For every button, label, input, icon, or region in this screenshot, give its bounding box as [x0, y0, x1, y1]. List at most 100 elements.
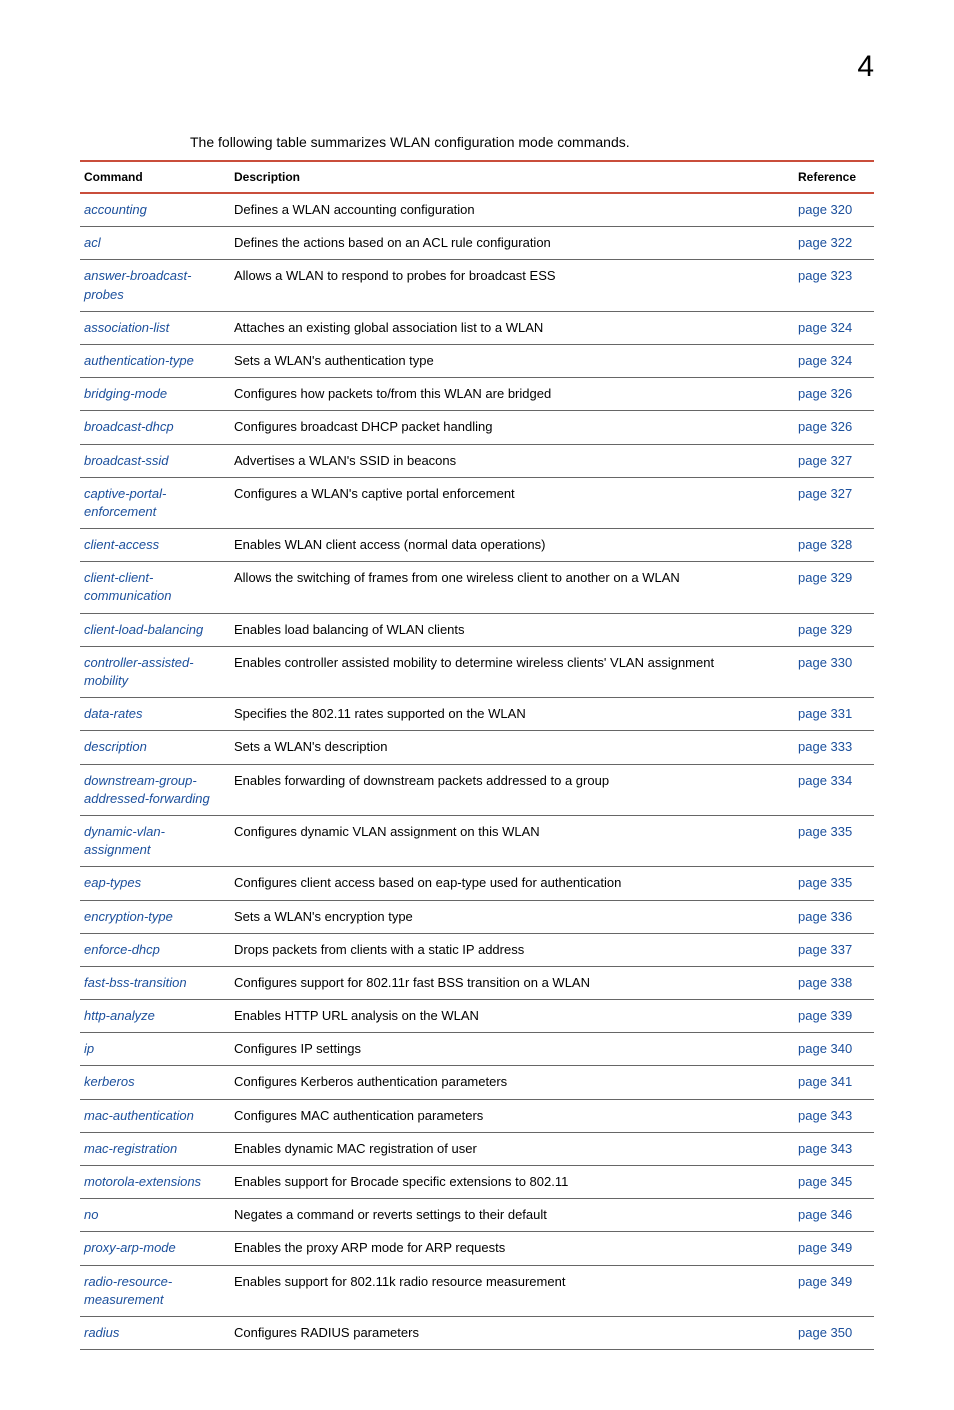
- command-link[interactable]: dynamic-vlan-assignment: [80, 815, 230, 866]
- command-description: Enables load balancing of WLAN clients: [230, 613, 794, 646]
- command-link[interactable]: client-access: [80, 529, 230, 562]
- command-description: Enables support for 802.11k radio resour…: [230, 1265, 794, 1316]
- table-row: client-accessEnables WLAN client access …: [80, 529, 874, 562]
- command-link[interactable]: client-load-balancing: [80, 613, 230, 646]
- table-row: broadcast-dhcpConfigures broadcast DHCP …: [80, 411, 874, 444]
- page-reference-link[interactable]: page 337: [794, 933, 874, 966]
- page-reference-link[interactable]: page 320: [794, 193, 874, 227]
- table-row: noNegates a command or reverts settings …: [80, 1199, 874, 1232]
- command-description: Configures broadcast DHCP packet handlin…: [230, 411, 794, 444]
- page-reference-link[interactable]: page 333: [794, 731, 874, 764]
- page-reference-link[interactable]: page 326: [794, 411, 874, 444]
- page-reference-link[interactable]: page 329: [794, 562, 874, 613]
- command-description: Defines a WLAN accounting configuration: [230, 193, 794, 227]
- table-row: dynamic-vlan-assignmentConfigures dynami…: [80, 815, 874, 866]
- table-row: client-client-communicationAllows the sw…: [80, 562, 874, 613]
- page-reference-link[interactable]: page 322: [794, 227, 874, 260]
- page-reference-link[interactable]: page 326: [794, 378, 874, 411]
- page-reference-link[interactable]: page 327: [794, 477, 874, 528]
- table-row: radio-resource-measurementEnables suppor…: [80, 1265, 874, 1316]
- command-link[interactable]: ip: [80, 1033, 230, 1066]
- command-link[interactable]: description: [80, 731, 230, 764]
- command-link[interactable]: no: [80, 1199, 230, 1232]
- table-row: kerberosConfigures Kerberos authenticati…: [80, 1066, 874, 1099]
- page-reference-link[interactable]: page 349: [794, 1265, 874, 1316]
- page-reference-link[interactable]: page 324: [794, 344, 874, 377]
- page-reference-link[interactable]: page 328: [794, 529, 874, 562]
- page-reference-link[interactable]: page 335: [794, 867, 874, 900]
- command-link[interactable]: accounting: [80, 193, 230, 227]
- command-link[interactable]: enforce-dhcp: [80, 933, 230, 966]
- page-reference-link[interactable]: page 339: [794, 1000, 874, 1033]
- page-reference-link[interactable]: page 345: [794, 1166, 874, 1199]
- command-link[interactable]: eap-types: [80, 867, 230, 900]
- command-description: Enables WLAN client access (normal data …: [230, 529, 794, 562]
- command-link[interactable]: acl: [80, 227, 230, 260]
- header-reference: Reference: [794, 161, 874, 193]
- page-reference-link[interactable]: page 350: [794, 1316, 874, 1349]
- command-link[interactable]: broadcast-ssid: [80, 444, 230, 477]
- command-description: Sets a WLAN's encryption type: [230, 900, 794, 933]
- command-link[interactable]: downstream-group-addressed-forwarding: [80, 764, 230, 815]
- command-description: Drops packets from clients with a static…: [230, 933, 794, 966]
- command-link[interactable]: radius: [80, 1316, 230, 1349]
- table-row: association-listAttaches an existing glo…: [80, 311, 874, 344]
- command-link[interactable]: radio-resource-measurement: [80, 1265, 230, 1316]
- page-reference-link[interactable]: page 338: [794, 966, 874, 999]
- command-link[interactable]: encryption-type: [80, 900, 230, 933]
- page-reference-link[interactable]: page 329: [794, 613, 874, 646]
- page-reference-link[interactable]: page 346: [794, 1199, 874, 1232]
- command-description: Enables the proxy ARP mode for ARP reque…: [230, 1232, 794, 1265]
- page-reference-link[interactable]: page 343: [794, 1099, 874, 1132]
- table-row: captive-portal-enforcementConfigures a W…: [80, 477, 874, 528]
- page-reference-link[interactable]: page 331: [794, 698, 874, 731]
- table-row: ipConfigures IP settingspage 340: [80, 1033, 874, 1066]
- command-link[interactable]: mac-registration: [80, 1132, 230, 1165]
- command-description: Configures MAC authentication parameters: [230, 1099, 794, 1132]
- command-description: Sets a WLAN's authentication type: [230, 344, 794, 377]
- command-link[interactable]: bridging-mode: [80, 378, 230, 411]
- command-link[interactable]: fast-bss-transition: [80, 966, 230, 999]
- page-reference-link[interactable]: page 323: [794, 260, 874, 311]
- table-row: authentication-typeSets a WLAN's authent…: [80, 344, 874, 377]
- command-description: Configures IP settings: [230, 1033, 794, 1066]
- command-link[interactable]: data-rates: [80, 698, 230, 731]
- table-row: descriptionSets a WLAN's descriptionpage…: [80, 731, 874, 764]
- command-link[interactable]: association-list: [80, 311, 230, 344]
- page-reference-link[interactable]: page 335: [794, 815, 874, 866]
- command-link[interactable]: captive-portal-enforcement: [80, 477, 230, 528]
- command-description: Enables dynamic MAC registration of user: [230, 1132, 794, 1165]
- command-link[interactable]: controller-assisted-mobility: [80, 646, 230, 697]
- page-number: 4: [80, 50, 874, 84]
- page-reference-link[interactable]: page 349: [794, 1232, 874, 1265]
- page-reference-link[interactable]: page 343: [794, 1132, 874, 1165]
- page-reference-link[interactable]: page 334: [794, 764, 874, 815]
- table-row: downstream-group-addressed-forwardingEna…: [80, 764, 874, 815]
- table-row: data-ratesSpecifies the 802.11 rates sup…: [80, 698, 874, 731]
- command-link[interactable]: client-client-communication: [80, 562, 230, 613]
- command-link[interactable]: proxy-arp-mode: [80, 1232, 230, 1265]
- table-row: mac-authenticationConfigures MAC authent…: [80, 1099, 874, 1132]
- command-description: Configures a WLAN's captive portal enfor…: [230, 477, 794, 528]
- command-link[interactable]: mac-authentication: [80, 1099, 230, 1132]
- command-link[interactable]: authentication-type: [80, 344, 230, 377]
- intro-text: The following table summarizes WLAN conf…: [80, 134, 874, 150]
- page-reference-link[interactable]: page 341: [794, 1066, 874, 1099]
- page-reference-link[interactable]: page 324: [794, 311, 874, 344]
- command-description: Configures Kerberos authentication param…: [230, 1066, 794, 1099]
- command-link[interactable]: answer-broadcast-probes: [80, 260, 230, 311]
- command-description: Enables controller assisted mobility to …: [230, 646, 794, 697]
- page-reference-link[interactable]: page 340: [794, 1033, 874, 1066]
- command-description: Allows the switching of frames from one …: [230, 562, 794, 613]
- command-description: Attaches an existing global association …: [230, 311, 794, 344]
- command-link[interactable]: motorola-extensions: [80, 1166, 230, 1199]
- command-link[interactable]: kerberos: [80, 1066, 230, 1099]
- command-description: Negates a command or reverts settings to…: [230, 1199, 794, 1232]
- command-link[interactable]: http-analyze: [80, 1000, 230, 1033]
- page-reference-link[interactable]: page 336: [794, 900, 874, 933]
- table-row: motorola-extensionsEnables support for B…: [80, 1166, 874, 1199]
- command-description: Enables HTTP URL analysis on the WLAN: [230, 1000, 794, 1033]
- page-reference-link[interactable]: page 330: [794, 646, 874, 697]
- page-reference-link[interactable]: page 327: [794, 444, 874, 477]
- command-link[interactable]: broadcast-dhcp: [80, 411, 230, 444]
